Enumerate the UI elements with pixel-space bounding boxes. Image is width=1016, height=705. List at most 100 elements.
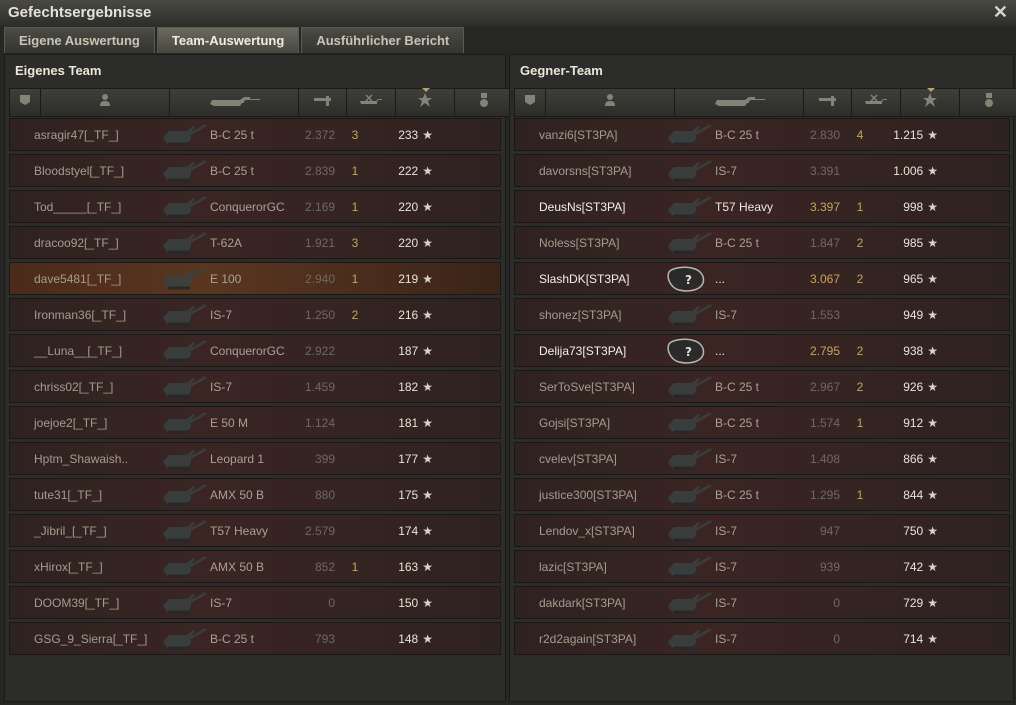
- star-icon: ★: [927, 451, 938, 466]
- player-row[interactable]: Delija73[ST3PA]?... 2.795 2 938 ★: [514, 334, 1010, 367]
- close-icon[interactable]: ✕: [993, 2, 1008, 23]
- player-row[interactable]: Lendov_x[ST3PA] IS-7 947 750 ★: [514, 514, 1010, 547]
- tank-silhouette-icon: [160, 228, 210, 258]
- column-header-tank[interactable]: [675, 89, 804, 116]
- tank-cell: ?...: [665, 264, 793, 294]
- kills-value: 2: [856, 235, 864, 250]
- tank-cell: IS-7: [665, 156, 793, 186]
- player-row[interactable]: SerToSve[ST3PA] B-C 25 t 2.967 2 926 ★: [514, 370, 1010, 403]
- xp-value: 750: [903, 523, 924, 538]
- player-row[interactable]: DOOM39[_TF_] IS-7 0 150 ★: [9, 586, 501, 619]
- xp-cell: 938 ★: [880, 344, 938, 358]
- player-row[interactable]: Gojsi[ST3PA] B-C 25 t 1.574 1 912 ★: [514, 406, 1010, 439]
- tank-cell: ?...: [665, 336, 793, 366]
- player-row[interactable]: Tod_____[_TF_] ConquerorGC 2.169 1 220 ★: [9, 190, 501, 223]
- player-row[interactable]: lazic[ST3PA] IS-7 939 742 ★: [514, 550, 1010, 583]
- player-row[interactable]: davorsns[ST3PA] IS-7 3.391 1.006 ★: [514, 154, 1010, 187]
- tank-name: T-62A: [210, 235, 243, 250]
- player-row[interactable]: vanzi6[ST3PA] B-C 25 t 2.830 4 1.215 ★: [514, 118, 1010, 151]
- player-name: joejoe2[_TF_]: [34, 415, 108, 430]
- column-header-damage[interactable]: [804, 89, 852, 116]
- tank-cell: E 50 M: [160, 408, 288, 438]
- player-row[interactable]: asragir47[_TF_] B-C 25 t 2.372 3 233 ★: [9, 118, 501, 151]
- enemy-team-list: vanzi6[ST3PA] B-C 25 t 2.830 4 1.215 ★ davorsn…: [514, 118, 1010, 658]
- column-header-kills[interactable]: [852, 89, 901, 116]
- tank-silhouette-icon: [665, 300, 715, 330]
- player-row[interactable]: xHirox[_TF_] AMX 50 B 852 1 163 ★: [9, 550, 501, 583]
- damage-value: 0: [833, 631, 840, 646]
- star-icon: ★: [927, 307, 938, 322]
- player-row[interactable]: justice300[ST3PA] B-C 25 t 1.295 1 844 ★: [514, 478, 1010, 511]
- player-row[interactable]: _Jibril_[_TF_] T57 Heavy 2.579 174 ★: [9, 514, 501, 547]
- tab-ausfuehrlicher-bericht[interactable]: Ausführlicher Bericht: [301, 27, 465, 53]
- player-name: dracoo92[_TF_]: [34, 235, 119, 250]
- tab-eigene-auswertung[interactable]: Eigene Auswertung: [4, 27, 155, 53]
- damage-value: 2.830: [809, 127, 840, 142]
- column-header-squad[interactable]: [515, 89, 546, 116]
- tank-silhouette-icon: [160, 516, 210, 546]
- column-header-medal[interactable]: [960, 89, 1016, 116]
- column-header-player[interactable]: [546, 89, 675, 116]
- player-row[interactable]: tute31[_TF_] AMX 50 B 880 175 ★: [9, 478, 501, 511]
- player-name: DOOM39[_TF_]: [34, 595, 120, 610]
- svg-text:?: ?: [685, 273, 692, 287]
- xp-cell: 220 ★: [375, 236, 433, 250]
- column-header-player[interactable]: [41, 89, 170, 116]
- player-row[interactable]: dracoo92[_TF_] T-62A 1.921 3 220 ★: [9, 226, 501, 259]
- player-row[interactable]: dakdark[ST3PA] IS-7 0 729 ★: [514, 586, 1010, 619]
- star-icon: ★: [422, 235, 433, 250]
- player-row[interactable]: Bloodstyel[_TF_] B-C 25 t 2.839 1 222 ★: [9, 154, 501, 187]
- tab-team-auswertung[interactable]: Team-Auswertung: [156, 27, 300, 53]
- unknown-tank-icon: ?: [665, 264, 715, 294]
- damage-value: 2.940: [304, 271, 335, 286]
- player-row[interactable]: dave5481[_TF_] E 100 2.940 1 219 ★: [9, 262, 501, 295]
- player-row[interactable]: cvelev[ST3PA] IS-7 1.408 866 ★: [514, 442, 1010, 475]
- damage-value: 399: [314, 451, 335, 466]
- star-icon: ★: [422, 307, 433, 322]
- player-name: dave5481[_TF_]: [34, 271, 122, 286]
- tank-cell: T-62A: [160, 228, 288, 258]
- xp-value: 1.006: [893, 163, 924, 178]
- tank-icon: [206, 93, 262, 112]
- damage-value: 1.295: [809, 487, 840, 502]
- column-header-xp-star[interactable]: [396, 88, 455, 116]
- player-row[interactable]: Hptm_Shawaish.. Leopard 1 399 177 ★: [9, 442, 501, 475]
- player-row[interactable]: r2d2again[ST3PA] IS-7 0 714 ★: [514, 622, 1010, 655]
- kills-icon: [863, 93, 889, 112]
- damage-value: 3.391: [809, 163, 840, 178]
- enemy-team-header: [514, 88, 1016, 117]
- xp-value: 182: [398, 379, 419, 394]
- title-bar: Gefechtsergebnisse ✕: [0, 0, 1016, 27]
- column-header-medal[interactable]: [455, 89, 514, 116]
- tank-cell: ConquerorGC: [160, 336, 288, 366]
- tank-cell: IS-7: [665, 516, 793, 546]
- player-name: Gojsi[ST3PA]: [539, 415, 611, 430]
- column-header-damage[interactable]: [299, 89, 347, 116]
- player-row[interactable]: chriss02[_TF_] IS-7 1.459 182 ★: [9, 370, 501, 403]
- tank-silhouette-icon: [160, 444, 210, 474]
- damage-value: 793: [314, 631, 335, 646]
- player-row[interactable]: Ironman36[_TF_] IS-7 1.250 2 216 ★: [9, 298, 501, 331]
- column-header-squad[interactable]: [10, 89, 41, 116]
- tank-name: IS-7: [210, 379, 233, 394]
- star-icon: ★: [927, 595, 938, 610]
- player-row[interactable]: DeusNs[ST3PA] T57 Heavy 3.397 1 998 ★: [514, 190, 1010, 223]
- own-team-title: Eigenes Team: [15, 63, 102, 78]
- player-row[interactable]: shonez[ST3PA] IS-7 1.553 949 ★: [514, 298, 1010, 331]
- player-row[interactable]: Noless[ST3PA] B-C 25 t 1.847 2 985 ★: [514, 226, 1010, 259]
- star-icon: ★: [927, 523, 938, 538]
- tank-silhouette-icon: [665, 120, 715, 150]
- xp-cell: 1.215 ★: [880, 128, 938, 142]
- column-header-xp-star[interactable]: [901, 88, 960, 116]
- tank-silhouette-icon: [160, 408, 210, 438]
- xp-value: 233: [398, 127, 419, 142]
- column-header-tank[interactable]: [170, 89, 299, 116]
- column-header-kills[interactable]: [347, 89, 396, 116]
- player-row[interactable]: __Luna__[_TF_] ConquerorGC 2.922 187 ★: [9, 334, 501, 367]
- player-name: dakdark[ST3PA]: [539, 595, 626, 610]
- tank-silhouette-icon: [665, 156, 715, 186]
- player-row[interactable]: SlashDK[ST3PA]?... 3.067 2 965 ★: [514, 262, 1010, 295]
- player-row[interactable]: GSG_9_Sierra[_TF_] B-C 25 t 793 148 ★: [9, 622, 501, 655]
- player-row[interactable]: joejoe2[_TF_] E 50 M 1.124 181 ★: [9, 406, 501, 439]
- xp-value: 181: [398, 415, 419, 430]
